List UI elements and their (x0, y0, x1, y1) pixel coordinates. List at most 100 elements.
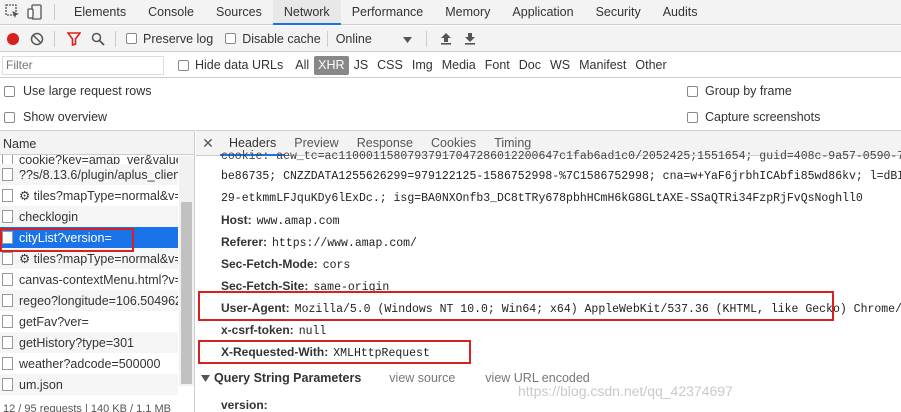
request-name: getFav?ver= (19, 314, 89, 329)
preserve-log-label: Preserve log (143, 31, 214, 46)
tab-elements[interactable]: Elements (63, 0, 137, 25)
request-row[interactable]: regeo?longitude=106.504962. (0, 290, 178, 311)
checkbox-box[interactable] (178, 59, 189, 71)
throttling-select[interactable]: Online (334, 32, 412, 46)
large-rows-label: Use large request rows (23, 84, 152, 98)
group-by-frame-checkbox[interactable]: Group by frame (687, 84, 792, 98)
header-value: cors (322, 259, 351, 272)
cookie-line: cookie: aew_tc=ac11000115807937917047286… (221, 150, 901, 163)
filter-bar: Hide data URLs AllXHRJSCSSImgMediaFontDo… (0, 53, 901, 78)
show-overview-label: Show overview (23, 110, 108, 124)
preserve-log-checkbox[interactable]: Preserve log (126, 32, 213, 46)
tab-security[interactable]: Security (585, 0, 652, 25)
filter-type-js[interactable]: JS (350, 56, 373, 75)
name-column-header[interactable]: Name (0, 130, 194, 155)
header-key: x-csrf-token: (221, 323, 294, 337)
request-row[interactable]: ⚙ tiles?mapType=normal&v= (0, 185, 178, 206)
show-overview-checkbox[interactable]: Show overview (4, 110, 107, 124)
filter-type-other[interactable]: Other (631, 56, 670, 75)
request-list: cookie?key=amap_ver&value= ??s/8.13.6/plu… (0, 155, 194, 395)
tab-performance[interactable]: Performance (341, 0, 435, 25)
inspect-element-icon[interactable] (4, 3, 22, 21)
header-key: Referer: (221, 235, 268, 249)
file-icon (2, 189, 13, 202)
file-icon (2, 273, 13, 286)
close-icon[interactable]: ✕ (196, 135, 220, 152)
large-rows-checkbox[interactable]: Use large request rows (4, 84, 152, 98)
disable-cache-label: Disable cache (242, 31, 321, 46)
tab-memory[interactable]: Memory (434, 0, 501, 25)
filter-type-all[interactable]: All (291, 56, 313, 75)
query-string-title: Query String Parameters (214, 371, 362, 385)
disable-cache-checkbox[interactable]: Disable cache (225, 32, 321, 46)
filter-type-xhr[interactable]: XHR (314, 55, 349, 75)
record-button[interactable] (2, 28, 24, 50)
device-toolbar-icon[interactable] (26, 3, 44, 21)
header-value: www.amap.com (256, 215, 340, 228)
request-name: ⚙ tiles?mapType=normal&v= (19, 189, 178, 203)
file-icon (2, 315, 13, 328)
highlight-box-selected-request (0, 228, 134, 252)
request-row[interactable]: weather?adcode=500000 (0, 353, 178, 374)
request-row[interactable]: um.json (0, 374, 178, 395)
import-har-icon[interactable] (435, 28, 457, 50)
tab-audits[interactable]: Audits (652, 0, 709, 25)
filter-type-font[interactable]: Font (481, 56, 514, 75)
request-row[interactable]: ??s/8.13.6/plugin/aplus_client. (0, 164, 178, 185)
export-har-icon[interactable] (459, 28, 481, 50)
checkbox-box[interactable] (126, 33, 137, 44)
header-row: Sec-Fetch-Mode: cors (221, 257, 350, 272)
request-name: ⚙ tiles?mapType=normal&v=... (19, 252, 178, 266)
request-row[interactable]: getHistory?type=301 (0, 332, 178, 353)
header-value: null (298, 325, 327, 338)
capture-screenshots-label: Capture screenshots (705, 110, 821, 124)
capture-screenshots-checkbox[interactable]: Capture screenshots (687, 110, 820, 124)
checkbox-box[interactable] (4, 111, 15, 123)
watermark: https://blog.csdn.net/qq_42374697 (518, 383, 733, 399)
request-row[interactable]: getFav?ver= (0, 311, 178, 332)
hide-data-urls-label: Hide data URLs (195, 58, 284, 72)
filter-type-ws[interactable]: WS (546, 56, 574, 75)
query-param-row: version: (221, 398, 268, 412)
request-row[interactable]: canvas-contextMenu.html?v= (0, 269, 178, 290)
clear-button[interactable] (26, 28, 48, 50)
header-row: Referer: https://www.amap.com/ (221, 235, 417, 250)
scrollbar[interactable] (179, 156, 194, 386)
file-icon (2, 210, 13, 223)
divider (326, 30, 328, 47)
network-toolbar: Preserve log Disable cache Online (0, 26, 901, 52)
checkbox-box[interactable] (4, 85, 15, 97)
filter-type-media[interactable]: Media (438, 56, 480, 75)
cookie-line: 29-etkmmLFJquKDy6lExDc.; isg=BA0NXOnfb3_… (221, 192, 863, 205)
request-name: ??s/8.13.6/plugin/aplus_client. (19, 167, 178, 182)
filter-funnel-icon[interactable] (63, 28, 85, 50)
highlight-box-x-requested-with (198, 340, 471, 364)
file-icon (2, 336, 13, 349)
checkbox-box[interactable] (687, 85, 698, 97)
filter-type-manifest[interactable]: Manifest (575, 56, 630, 75)
triangle-down-icon (201, 371, 210, 385)
query-param-key: version: (221, 398, 268, 412)
view-source-link[interactable]: view source (389, 371, 455, 385)
tab-network[interactable]: Network (272, 0, 341, 25)
checkbox-box[interactable] (225, 33, 237, 44)
checkbox-box[interactable] (687, 111, 698, 123)
file-icon (2, 357, 13, 370)
search-icon[interactable] (87, 28, 109, 50)
request-name: canvas-contextMenu.html?v= (19, 272, 178, 287)
filter-input[interactable] (2, 55, 164, 75)
chevron-down-icon (402, 32, 412, 46)
hide-data-urls-checkbox[interactable]: Hide data URLs (178, 58, 283, 72)
filter-type-doc[interactable]: Doc (515, 56, 545, 75)
filter-type-img[interactable]: Img (408, 56, 437, 75)
file-icon (2, 294, 13, 307)
request-list-pane: Name cookie?key=amap_ver&value= ??s/8.13.… (0, 130, 195, 412)
tab-sources[interactable]: Sources (205, 0, 273, 25)
tab-application[interactable]: Application (501, 0, 584, 25)
tab-console[interactable]: Console (137, 0, 205, 25)
request-row[interactable]: cookie?key=amap_ver&value= (0, 155, 178, 164)
request-row[interactable]: checklogin (0, 206, 178, 227)
header-value: https://www.amap.com/ (272, 237, 417, 250)
scrollbar-thumb[interactable] (181, 202, 192, 384)
filter-type-css[interactable]: CSS (373, 56, 407, 75)
